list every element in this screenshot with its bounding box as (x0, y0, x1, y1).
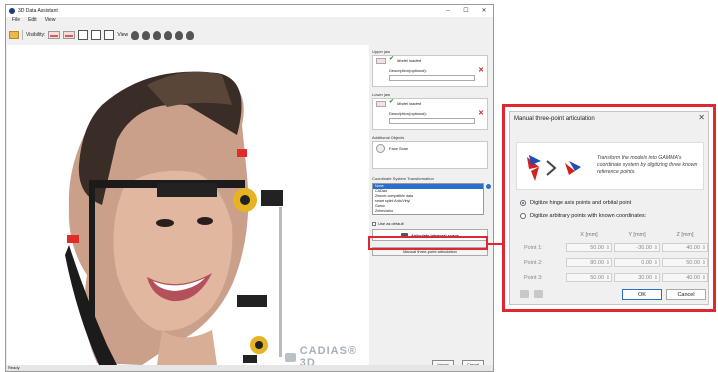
3d-viewport[interactable]: CADIAS® 3D (7, 45, 369, 369)
point-2-label: Point 2: (524, 260, 543, 266)
dialog-header: Transform the models into GAMMA's coordi… (516, 142, 704, 190)
minimize-icon[interactable]: – (439, 5, 457, 17)
visibility-label: Visibility: (26, 32, 46, 38)
column-x: X [mm] (580, 232, 598, 238)
use-as-default-label: Use as default (378, 221, 404, 226)
main-window: 3D Data Assistant – ☐ ✕ File Edit View V… (5, 4, 494, 372)
close-icon[interactable]: ✕ (475, 5, 493, 17)
lower-jaw-icon (376, 101, 386, 107)
view-label: View (117, 32, 129, 38)
radio-hinge-axis[interactable]: Digitize hinge axis points and orbital p… (520, 200, 631, 206)
point-1-z[interactable]: 40.00 (662, 243, 708, 252)
checkbox-box[interactable] (372, 221, 376, 226)
additional-objects-label: Additional Objects (372, 135, 405, 140)
dialog-title: Manual three-point articulation (514, 116, 595, 122)
lower-jaw-description-label: Description(optional): (389, 111, 427, 116)
app-icon (9, 8, 15, 14)
point-2-z[interactable]: 50.00 (662, 258, 708, 267)
point-2-y[interactable]: 0.00 (614, 258, 660, 267)
axis-icon[interactable] (91, 30, 102, 40)
remove-upper-jaw-icon[interactable]: ✕ (478, 66, 484, 74)
coordinate-system-list[interactable]: None CADiax Zeuner-compatible data smart… (372, 183, 484, 215)
point-3-label: Point 3: (524, 275, 543, 281)
menu-file[interactable]: File (12, 17, 20, 25)
coordinate-system-label: Coordinate System Transformation (372, 176, 434, 181)
menu-edit[interactable]: Edit (28, 17, 37, 25)
dialog-cancel-button[interactable]: Cancel (666, 289, 706, 300)
radio-arbitrary-label: Digitize arbitrary points with known coo… (530, 213, 647, 219)
side-panel: Upper jaw ✔ Model loaded Description(opt… (370, 45, 492, 368)
point-1-label: Point 1: (524, 245, 543, 251)
lower-jaw-label: Lower jaw (372, 92, 391, 97)
column-z: Z [mm] (676, 232, 694, 238)
remove-lower-jaw-icon[interactable]: ✕ (478, 109, 484, 117)
view-top-icon[interactable] (164, 30, 173, 40)
view-bottom-icon[interactable] (175, 30, 184, 40)
dialog-close-icon[interactable]: ✕ (698, 113, 705, 122)
radio-on-icon[interactable] (520, 200, 526, 206)
view-left-icon[interactable] (142, 30, 151, 40)
menu-bar: File Edit View (6, 17, 55, 25)
help-icon[interactable] (486, 184, 491, 189)
additional-objects-list[interactable]: Face Scan (372, 141, 488, 169)
ok-button[interactable]: OK (622, 289, 662, 300)
point-2-x[interactable]: 80.00 (566, 258, 612, 267)
title-bar: 3D Data Assistant – ☐ ✕ (6, 5, 493, 17)
lower-jaw-group: ✔ Model loaded Description(optional): ✕ (372, 98, 488, 130)
face-scan-item[interactable]: Face Scan (389, 146, 408, 151)
upper-jaw-description-label: Description(optional): (389, 68, 427, 73)
maximize-icon[interactable]: ☐ (457, 5, 475, 17)
upper-jaw-visibility-icon[interactable] (48, 31, 61, 39)
upper-jaw-description-input[interactable] (389, 75, 475, 81)
measure-icon[interactable] (104, 30, 115, 40)
menu-view[interactable]: View (45, 17, 56, 25)
view-back-icon[interactable] (186, 30, 195, 40)
use-as-default-checkbox[interactable]: Use as default (372, 221, 404, 226)
check-icon: ✔ (389, 56, 395, 62)
upper-jaw-icon (376, 58, 386, 64)
face-scan-icon (376, 144, 385, 153)
cs-option-zebris[interactable]: Zebris/arho (373, 209, 483, 214)
status-bar: Ready (6, 365, 493, 371)
face-scan-render (65, 71, 283, 365)
window-controls: – ☐ ✕ (439, 5, 493, 17)
upper-jaw-label: Upper jaw (372, 49, 391, 54)
radio-arbitrary-points[interactable]: Digitize arbitrary points with known coo… (520, 213, 646, 219)
view-front-icon[interactable] (131, 30, 140, 40)
check-icon: ✔ (389, 99, 395, 105)
column-y: Y [mm] (628, 232, 646, 238)
radio-hinge-label: Digitize hinge axis points and orbital p… (530, 200, 632, 206)
lower-jaw-status: Model loaded (397, 101, 422, 106)
manual-articulation-dialog: Manual three-point articulation ✕ Transf… (509, 111, 709, 305)
view-right-icon[interactable] (153, 30, 162, 40)
highlight-box (368, 236, 488, 250)
window-title: 3D Data Assistant (18, 8, 58, 14)
highlight-connector (488, 243, 502, 245)
dialog-callout: Manual three-point articulation ✕ Transf… (502, 104, 716, 312)
upper-jaw-group: ✔ Model loaded Description(optional): ✕ (372, 55, 488, 87)
toolbar-separator (22, 30, 23, 40)
open-folder-icon[interactable] (9, 31, 19, 39)
lower-jaw-visibility-icon[interactable] (63, 31, 76, 39)
point-3-x[interactable]: 50.00 (566, 273, 612, 282)
transform-arrows-icon (527, 155, 581, 181)
point-3-z[interactable]: 40.00 (662, 273, 708, 282)
radio-off-icon[interactable] (520, 213, 526, 219)
point-1-y[interactable]: -30.00 (614, 243, 660, 252)
toolbar: Visibility: View (6, 27, 493, 43)
upper-jaw-status: Model loaded (397, 58, 422, 63)
zoom-icon[interactable] (78, 30, 89, 40)
point-1-x[interactable]: 50.00 (566, 243, 612, 252)
copy-icon[interactable] (520, 290, 529, 298)
paste-icon[interactable] (534, 290, 543, 298)
cadias-logo-icon (285, 352, 296, 362)
point-3-y[interactable]: 30.00 (614, 273, 660, 282)
dialog-description: Transform the models into GAMMA's coordi… (597, 155, 698, 175)
lower-jaw-description-input[interactable] (389, 118, 475, 124)
